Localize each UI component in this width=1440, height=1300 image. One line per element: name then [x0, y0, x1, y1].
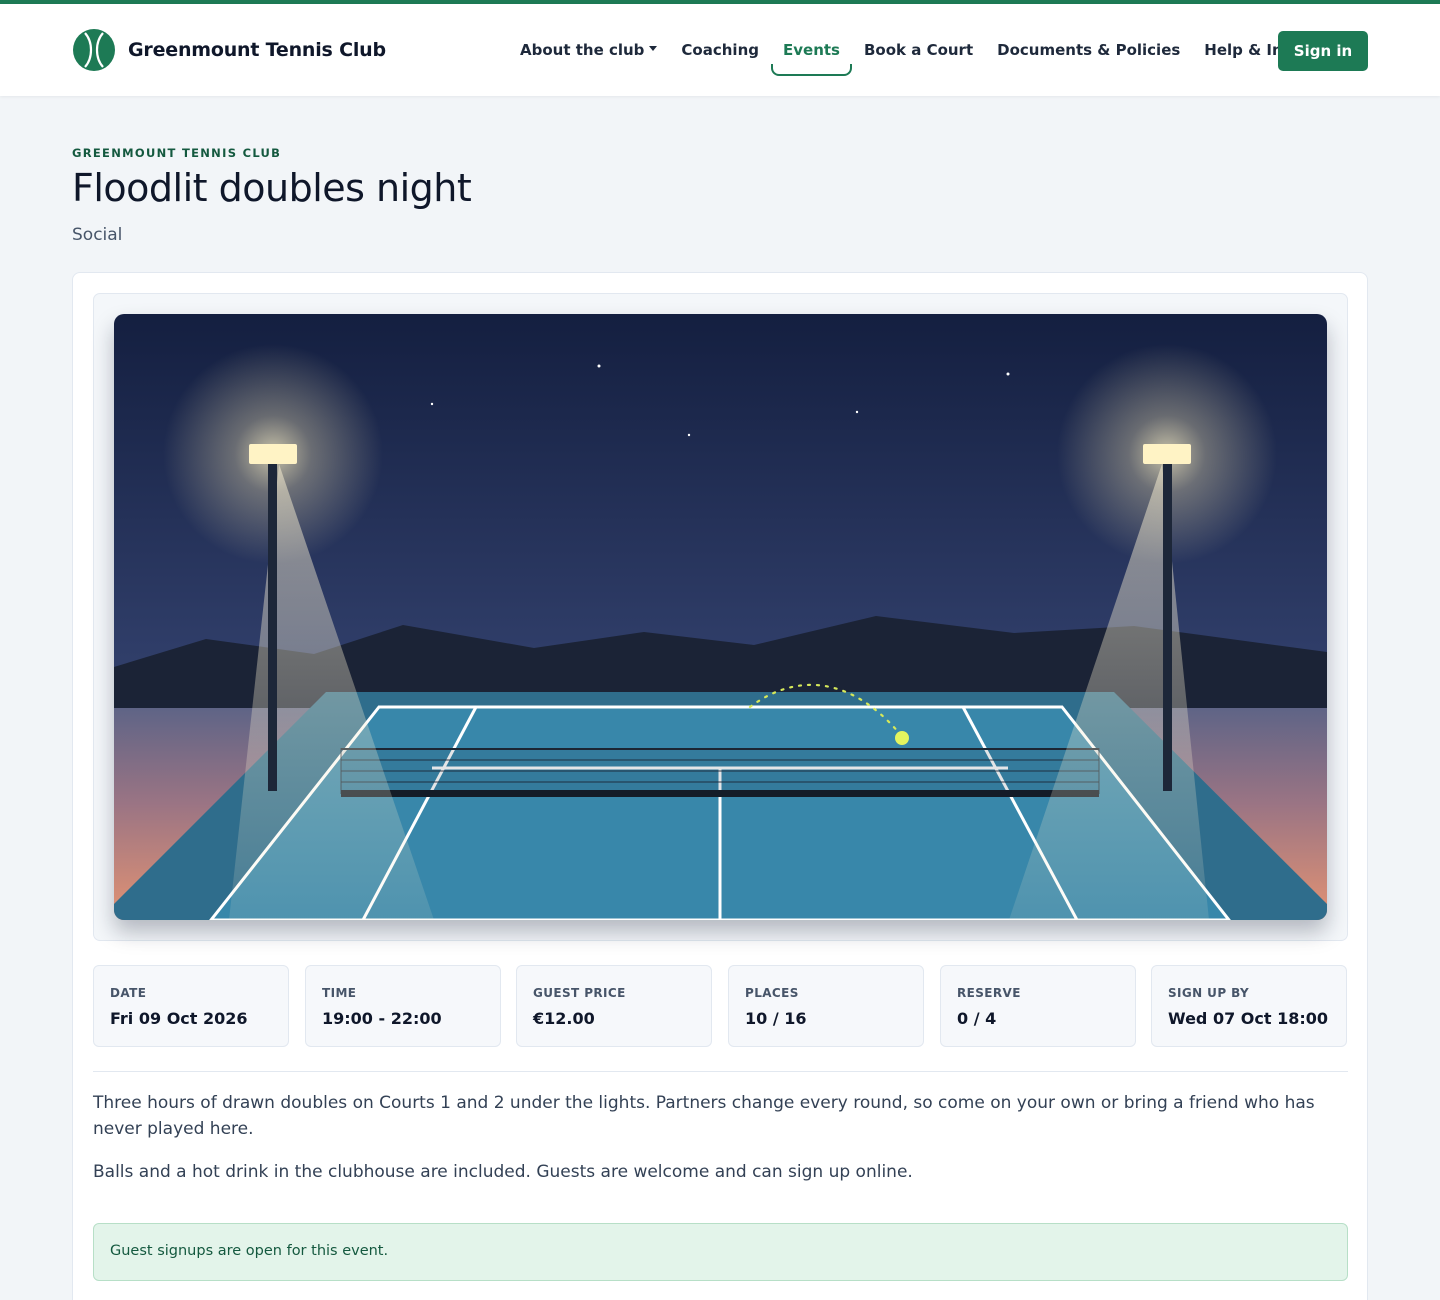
event-description: Three hours of drawn doubles on Courts 1… — [93, 1090, 1323, 1185]
tennis-net — [340, 748, 1100, 797]
nav-item-coaching[interactable]: Coaching — [669, 30, 771, 70]
stat-label: GUEST PRICE — [533, 986, 626, 1000]
navbar: Greenmount Tennis Club About the club Co… — [0, 4, 1440, 96]
stat-places: PLACES 10 / 16 — [728, 965, 924, 1047]
description-paragraph: Balls and a hot drink in the clubhouse a… — [93, 1162, 913, 1182]
stat-guest-price: GUEST PRICE €12.00 — [516, 965, 712, 1047]
stat-label: PLACES — [745, 986, 799, 1000]
brand-link[interactable]: Greenmount Tennis Club — [72, 28, 386, 72]
stat-label: RESERVE — [957, 986, 1021, 1000]
nav-item-book-court[interactable]: Book a Court — [852, 30, 985, 70]
event-stats: DATE Fri 09 Oct 2026 TIME 19:00 - 22:00 … — [93, 965, 1348, 1047]
stat-value: Fri 09 Oct 2026 — [110, 1009, 248, 1028]
stat-label: DATE — [110, 986, 147, 1000]
stat-value: 0 / 4 — [957, 1009, 997, 1028]
stat-label: TIME — [322, 986, 357, 1000]
stat-sign-up-by: SIGN UP BY Wed 07 Oct 18:00 — [1151, 965, 1347, 1047]
event-category: Social — [72, 225, 123, 245]
nav-label-coaching: Coaching — [681, 41, 759, 59]
description-paragraph: Three hours of drawn doubles on Courts 1… — [93, 1093, 1315, 1139]
tennis-ball-icon — [73, 29, 115, 71]
stat-time: TIME 19:00 - 22:00 — [305, 965, 501, 1047]
brand-name: Greenmount Tennis Club — [128, 39, 386, 61]
page-eyebrow: GREENMOUNT TENNIS CLUB — [72, 146, 282, 160]
guest-signup-alert: Guest signups are open for this event. — [93, 1223, 1348, 1281]
nav-item-events[interactable]: Events — [771, 30, 852, 76]
divider — [93, 1071, 1348, 1072]
floodlit-court-illustration — [114, 314, 1327, 920]
stat-value: 19:00 - 22:00 — [322, 1009, 442, 1028]
page-title: Floodlit doubles night — [72, 166, 472, 210]
event-illustration — [114, 314, 1327, 920]
event-card: DATE Fri 09 Oct 2026 TIME 19:00 - 22:00 … — [72, 272, 1368, 1300]
tennis-ball — [895, 731, 909, 745]
stat-reserve: RESERVE 0 / 4 — [940, 965, 1136, 1047]
stat-value: Wed 07 Oct 18:00 — [1168, 1009, 1329, 1028]
nav-label-about: About the club — [520, 41, 645, 59]
nav-item-documents[interactable]: Documents & Policies — [985, 30, 1192, 70]
nav-item-about[interactable]: About the club — [508, 30, 669, 70]
nav-label-events: Events — [783, 41, 840, 59]
stat-value: 10 / 16 — [745, 1009, 807, 1028]
alert-text: Guest signups are open for this event. — [110, 1243, 389, 1259]
event-image-frame — [93, 293, 1348, 941]
stat-label: SIGN UP BY — [1168, 986, 1250, 1000]
nav-label-documents: Documents & Policies — [997, 41, 1181, 59]
chevron-down-icon — [649, 45, 658, 51]
nav-label-book-court: Book a Court — [863, 41, 974, 59]
sign-in-button[interactable]: Sign in — [1278, 31, 1368, 71]
stat-value: €12.00 — [533, 1009, 595, 1028]
stat-date: DATE Fri 09 Oct 2026 — [93, 965, 289, 1047]
main-nav: About the club Coaching Events Book a Co… — [508, 4, 1325, 96]
